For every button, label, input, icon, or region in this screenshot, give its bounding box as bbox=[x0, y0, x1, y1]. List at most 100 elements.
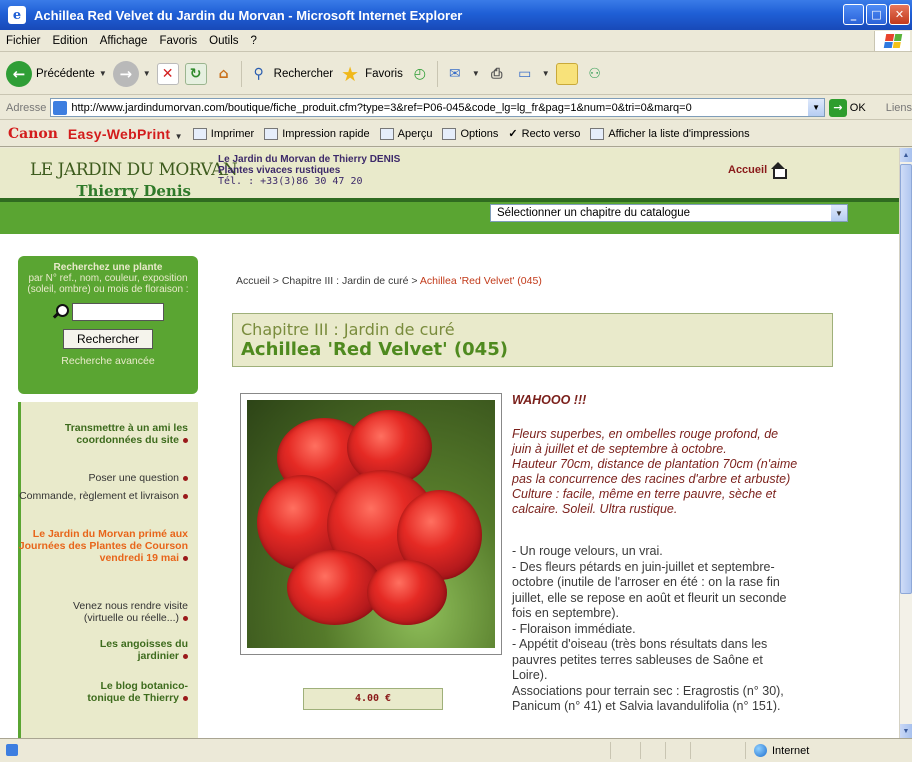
chevron-down-icon[interactable]: ▼ bbox=[472, 69, 480, 78]
page-status-icon bbox=[6, 744, 18, 756]
links-button[interactable]: Liens bbox=[886, 102, 912, 114]
scroll-up-icon[interactable]: ▲ bbox=[900, 148, 912, 162]
company-info: Le Jardin du Morvan de Thierry DENIS Pla… bbox=[218, 154, 400, 187]
sidebar-item-label: Venez nous rendre visite (virtuelle ou r… bbox=[73, 600, 188, 624]
sidebar-item-visit[interactable]: Venez nous rendre visite (virtuelle ou r… bbox=[38, 600, 188, 624]
bullet-icon bbox=[183, 653, 188, 659]
messenger-icon[interactable]: ⚇ bbox=[584, 63, 606, 85]
breadcrumb-separator: > bbox=[272, 275, 279, 287]
company-phone: Tél. : +33(3)86 30 47 20 bbox=[218, 176, 363, 187]
print-icon[interactable]: ⎙ bbox=[486, 63, 508, 85]
product-chapter: Chapitre III : Jardin de curé bbox=[241, 320, 455, 339]
canon-duplex-button[interactable]: ✓ Recto verso bbox=[508, 127, 580, 141]
breadcrumb-chapter[interactable]: Chapitre III : Jardin de curé bbox=[282, 275, 409, 287]
browser-window: e Achillea Red Velvet du Jardin du Morva… bbox=[0, 0, 912, 762]
sidebar-item-blog[interactable]: Le blog botanico-tonique de Thierry bbox=[68, 680, 188, 704]
stop-icon[interactable]: ✕ bbox=[156, 62, 179, 85]
scroll-thumb[interactable] bbox=[900, 164, 912, 594]
go-button[interactable]: OK bbox=[850, 102, 866, 114]
details-line: pauvres petites terres sableuses de Saôn… bbox=[512, 652, 763, 667]
details-line: - Floraison immédiate. bbox=[512, 621, 636, 636]
logo-line-1: LE JARDIN DU MORVAN bbox=[30, 160, 238, 180]
description-line: calcaire. Soleil. Ultra rustique. bbox=[512, 502, 678, 516]
canon-print-label: Imprimer bbox=[210, 127, 255, 140]
chevron-down-icon[interactable]: ▼ bbox=[143, 69, 151, 78]
windows-logo-icon bbox=[874, 31, 910, 51]
details-line: - Des fleurs pétards en juin-juillet et … bbox=[512, 559, 775, 574]
details-line: - Un rouge velours, un vrai. bbox=[512, 544, 663, 558]
plant-search-input[interactable] bbox=[72, 303, 164, 321]
history-icon[interactable]: ◴ bbox=[409, 63, 431, 85]
details-line: Associations pour terrain sec : Eragrost… bbox=[512, 683, 784, 698]
status-divider bbox=[690, 742, 691, 759]
product-price: 4.00 € bbox=[303, 688, 443, 710]
plant-search-button[interactable]: Rechercher bbox=[63, 329, 153, 349]
favorites-button[interactable]: ★ Favoris bbox=[339, 61, 403, 86]
quick-print-icon bbox=[264, 127, 279, 140]
bullet-icon bbox=[183, 437, 188, 443]
sidebar-item-gardener-anxieties[interactable]: Les angoisses du jardinier bbox=[58, 638, 188, 662]
site-logo[interactable]: LE JARDIN DU MORVAN Thierry Denis bbox=[30, 160, 238, 200]
product-photo[interactable] bbox=[247, 400, 495, 648]
home-icon[interactable]: ⌂ bbox=[213, 63, 235, 85]
breadcrumb-home[interactable]: Accueil bbox=[236, 275, 270, 287]
chevron-down-icon[interactable]: ▼ bbox=[808, 99, 825, 116]
chapter-select[interactable]: Sélectionner un chapitre du catalogue ▼ bbox=[490, 204, 848, 222]
notes-icon[interactable] bbox=[555, 62, 578, 85]
checkmark-icon: ✓ bbox=[508, 128, 518, 140]
menu-affichage[interactable]: Affichage bbox=[94, 35, 154, 47]
address-url: http://www.jardindumorvan.com/boutique/f… bbox=[71, 101, 692, 114]
details-line: Panicum (n° 41) et Salvia lavandulifolia… bbox=[512, 699, 781, 713]
forward-arrow-icon: → bbox=[112, 60, 139, 87]
home-link-label: Accueil bbox=[728, 164, 768, 176]
menu-fichier[interactable]: Fichier bbox=[0, 35, 47, 47]
refresh-icon[interactable]: ↻ bbox=[184, 62, 207, 85]
scroll-down-icon[interactable]: ▼ bbox=[900, 724, 912, 738]
menu-edition[interactable]: Edition bbox=[47, 35, 94, 47]
details-line: octobre (inutile de l'arroser en été : o… bbox=[512, 575, 780, 589]
maximize-button[interactable]: □ bbox=[866, 4, 887, 25]
menu-favoris[interactable]: Favoris bbox=[153, 35, 203, 47]
search-icon: ⚲ bbox=[253, 65, 264, 82]
chevron-down-icon[interactable]: ▼ bbox=[99, 69, 107, 78]
security-zone-label: Internet bbox=[772, 744, 810, 757]
sidebar-nav: Transmettre à un ami les coordonnées du … bbox=[18, 402, 198, 738]
home-link[interactable]: Accueil bbox=[728, 162, 788, 179]
edit-icon[interactable]: ▭ bbox=[514, 63, 536, 85]
sidebar-item-order[interactable]: Commande, règlement et livraison bbox=[18, 490, 188, 502]
star-icon: ★ bbox=[341, 61, 360, 86]
canon-options-label: Options bbox=[460, 127, 499, 140]
chevron-down-icon: ▼ bbox=[831, 205, 847, 221]
printer-icon bbox=[192, 127, 207, 140]
description-line: Culture : facile, même en terre pauvre, … bbox=[512, 487, 777, 501]
canon-quick-print-button[interactable]: Impression rapide bbox=[264, 127, 370, 140]
go-arrow-icon[interactable]: → bbox=[829, 98, 847, 117]
bullet-icon bbox=[183, 493, 188, 499]
status-divider bbox=[665, 742, 666, 759]
mail-icon[interactable]: ✉ bbox=[444, 63, 466, 85]
menu-help[interactable]: ? bbox=[245, 35, 263, 47]
breadcrumb-current: Achillea 'Red Velvet' (045) bbox=[419, 275, 542, 287]
sidebar-item-label: Poser une question bbox=[88, 472, 179, 484]
canon-preview-button[interactable]: Aperçu bbox=[379, 127, 432, 140]
menu-outils[interactable]: Outils bbox=[203, 35, 244, 47]
back-button[interactable]: ← Précédente ▼ bbox=[6, 60, 107, 87]
forward-button[interactable]: → ▼ bbox=[112, 60, 151, 87]
canon-brand: Canon bbox=[8, 125, 58, 142]
address-input[interactable]: http://www.jardindumorvan.com/boutique/f… bbox=[50, 98, 826, 117]
minimize-button[interactable]: _ bbox=[843, 4, 864, 25]
close-button[interactable]: ✕ bbox=[889, 4, 910, 25]
canon-options-button[interactable]: Options bbox=[442, 127, 499, 140]
sidebar-item-ask-question[interactable]: Poser une question bbox=[28, 472, 188, 484]
chevron-down-icon[interactable]: ▼ bbox=[542, 69, 550, 78]
sidebar-item-courson-award[interactable]: Le Jardin du Morvan primé aux Journées d… bbox=[16, 528, 188, 564]
vertical-scrollbar[interactable]: ▲ ▼ bbox=[899, 148, 912, 738]
search-button[interactable]: ⚲ Rechercher bbox=[248, 63, 334, 85]
canon-print-list-button[interactable]: Afficher la liste d'impressions bbox=[590, 127, 750, 140]
description-line: juin à juillet et de septembre à octobre… bbox=[512, 442, 727, 456]
sidebar-item-send-to-friend[interactable]: Transmettre à un ami les coordonnées du … bbox=[48, 422, 188, 446]
advanced-search-link[interactable]: Recherche avancée bbox=[18, 355, 198, 367]
canon-print-button[interactable]: Imprimer bbox=[192, 127, 255, 140]
easy-webprint-menu[interactable]: Easy-WebPrint ▼ bbox=[68, 126, 183, 142]
product-title-box: Chapitre III : Jardin de curé Achillea '… bbox=[232, 313, 833, 367]
